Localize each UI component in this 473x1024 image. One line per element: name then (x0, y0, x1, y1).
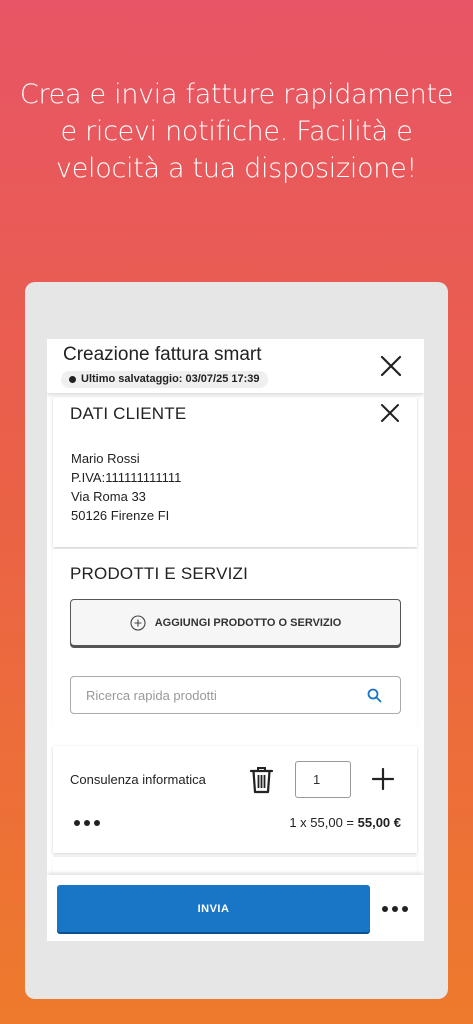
product-total: 1 x 55,00 = 55,00 € (289, 815, 401, 830)
more-icon[interactable] (73, 818, 103, 828)
products-card: PRODOTTI E SERVIZI AGGIUNGI PRODOTTO O S… (53, 549, 417, 729)
total-amount: 55,00 € (357, 815, 401, 830)
bottom-bar: INVIA (47, 875, 424, 941)
headline-line-3: velocità a tua disposizione! (56, 153, 417, 184)
client-section-title: DATI CLIENTE (70, 404, 187, 423)
product-name: Consulenza informatica (70, 772, 206, 787)
status-dot-icon (69, 376, 76, 383)
search-icon[interactable] (367, 688, 382, 703)
headline-line-1: Crea e invia fatture rapidamente (19, 79, 454, 110)
client-address: Via Roma 33 (71, 489, 146, 504)
send-button-label: INVIA (197, 902, 230, 915)
plus-icon[interactable] (372, 768, 394, 790)
close-icon[interactable] (380, 403, 400, 423)
product-search-box (70, 676, 401, 714)
trash-icon[interactable] (249, 765, 274, 795)
top-bar: Creazione fattura smart Ultimo salvatagg… (47, 339, 424, 393)
client-city: 50126 Firenze FI (71, 508, 170, 523)
add-product-label: AGGIUNGI PRODOTTO O SERVIZIO (154, 616, 342, 629)
plus-circle-icon (130, 614, 146, 631)
close-icon[interactable] (380, 355, 402, 377)
quantity-input[interactable]: 1 (295, 761, 351, 798)
products-section-title: PRODOTTI E SERVIZI (70, 564, 249, 583)
more-icon[interactable] (381, 904, 411, 914)
summary-card (53, 857, 417, 877)
product-row: Consulenza informatica 1 1 x 55,00 = 55,… (53, 746, 417, 853)
price-formula: 1 x 55,00 = (289, 815, 358, 830)
send-button[interactable]: INVIA (57, 885, 370, 932)
client-card: DATI CLIENTE Mario Rossi P.IVA:111111111… (53, 397, 417, 547)
app-screen: Creazione fattura smart Ultimo salvatagg… (47, 339, 424, 941)
product-search-input[interactable] (71, 677, 361, 713)
save-status-text: Ultimo salvataggio: 03/07/25 17:39 (81, 373, 260, 385)
client-details: Mario Rossi P.IVA:111111111111 Via Roma … (71, 449, 181, 525)
promo-headline: Crea e invia fatture rapidamente e ricev… (0, 76, 473, 187)
add-product-button[interactable]: AGGIUNGI PRODOTTO O SERVIZIO (70, 599, 401, 646)
page-title: Creazione fattura smart (63, 344, 262, 365)
headline-line-2: e ricevi notifiche. Facilità e (60, 116, 413, 147)
client-name: Mario Rossi (71, 451, 140, 466)
client-vat: P.IVA:111111111111 (71, 470, 182, 485)
save-status-badge: Ultimo salvataggio: 03/07/25 17:39 (61, 371, 268, 388)
